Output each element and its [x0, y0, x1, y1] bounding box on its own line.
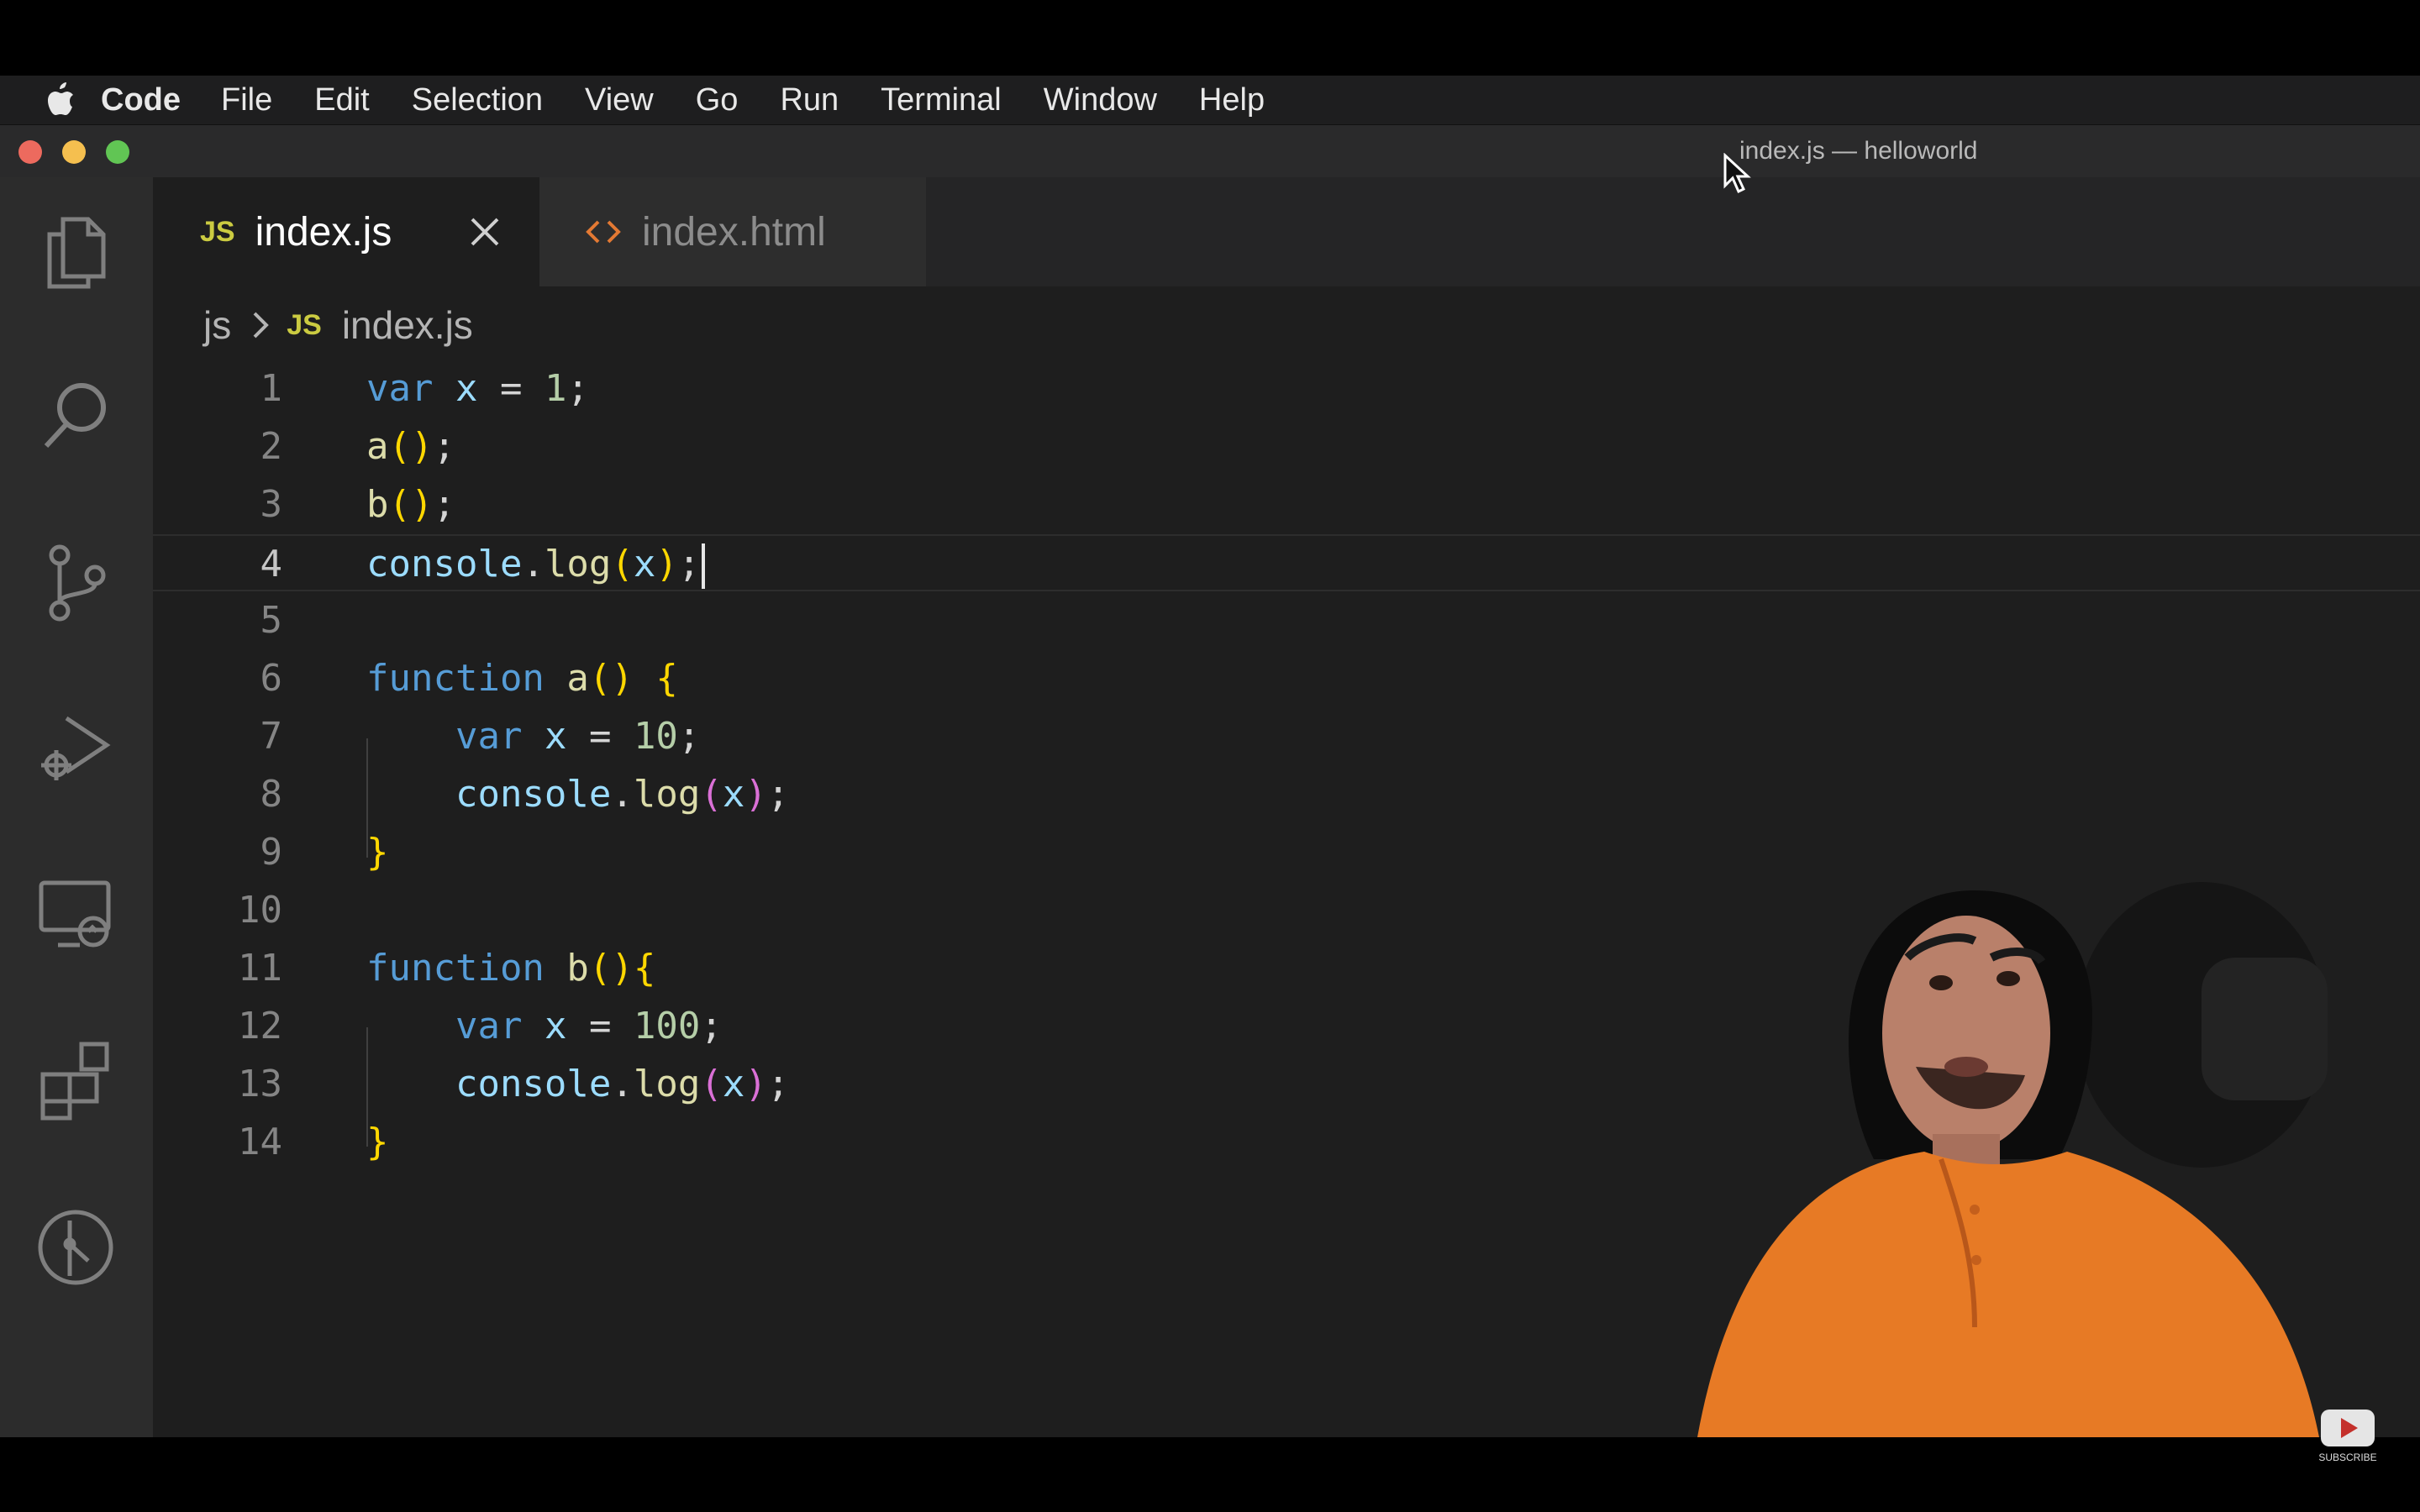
window-titlebar[interactable]: index.js — helloworld	[0, 125, 2420, 177]
menu-terminal[interactable]: Terminal	[881, 82, 1002, 118]
window-title: index.js — helloworld	[1739, 137, 1978, 165]
menu-view[interactable]: View	[585, 82, 654, 118]
line-content: var x = 100;	[455, 1005, 723, 1047]
line-number: 2	[260, 425, 283, 468]
html-file-icon	[585, 215, 622, 249]
code-line: 1 var x = 1;	[153, 360, 2420, 417]
subscribe-label: SUBSCRIBE	[2318, 1452, 2377, 1463]
line-number: 12	[238, 1005, 282, 1047]
tab-index-html[interactable]: index.html	[539, 177, 926, 286]
code-line-current: 4 console.log(x);	[153, 534, 2420, 591]
remote-explorer-icon[interactable]	[34, 873, 118, 957]
line-number: 13	[238, 1063, 282, 1105]
line-number: 4	[260, 543, 283, 585]
js-file-icon: JS	[287, 308, 322, 341]
line-number: 10	[238, 889, 282, 932]
explorer-icon[interactable]	[34, 211, 118, 295]
menu-edit[interactable]: Edit	[314, 82, 369, 118]
line-number: 5	[260, 599, 283, 642]
tab-label: index.js	[255, 209, 392, 255]
video-bottom-letterbox	[0, 1437, 2420, 1512]
line-number: 9	[260, 831, 283, 874]
breadcrumb-file[interactable]: index.js	[342, 302, 473, 348]
zoom-window-button[interactable]	[106, 140, 129, 164]
subscribe-button[interactable]: SUBSCRIBE	[2314, 1404, 2381, 1470]
line-content: var x = 10;	[455, 715, 701, 758]
line-number: 14	[238, 1121, 282, 1163]
menu-app-code[interactable]: Code	[101, 82, 181, 118]
code-line: 7 var x = 10;	[153, 708, 2420, 765]
menu-window[interactable]: Window	[1044, 82, 1157, 118]
minimize-window-button[interactable]	[62, 140, 86, 164]
menu-bar: Code File Edit Selection View Go Run Ter…	[0, 76, 2420, 125]
line-number: 3	[260, 483, 283, 526]
close-icon[interactable]	[466, 213, 504, 251]
run-debug-icon[interactable]	[34, 706, 118, 790]
menu-run[interactable]: Run	[780, 82, 839, 118]
text-cursor	[702, 543, 706, 589]
chevron-right-icon	[250, 310, 271, 340]
line-number: 6	[260, 657, 283, 700]
line-number: 1	[260, 367, 283, 410]
line-number: 11	[238, 947, 282, 990]
code-line: 6 function a() {	[153, 650, 2420, 707]
line-content: console.log(x);	[455, 1063, 790, 1105]
menu-file[interactable]: File	[221, 82, 272, 118]
line-content: }	[366, 831, 389, 874]
menu-help[interactable]: Help	[1199, 82, 1265, 118]
js-file-icon: JS	[200, 215, 235, 248]
tab-bar: JS index.js index.html	[153, 177, 2420, 286]
apple-icon[interactable]	[45, 82, 76, 117]
mouse-pointer-icon	[1723, 153, 1751, 194]
line-content: }	[366, 1121, 389, 1163]
menu-go[interactable]: Go	[696, 82, 739, 118]
line-number: 8	[260, 773, 283, 816]
line-content: function b(){	[366, 947, 656, 990]
search-icon[interactable]	[34, 374, 118, 458]
tab-index-js[interactable]: JS index.js	[153, 177, 539, 286]
menu-selection[interactable]: Selection	[412, 82, 543, 118]
activity-bar	[0, 177, 153, 1437]
line-content: console.log(x);	[455, 773, 790, 816]
presenter-webcam-overlay	[1697, 882, 2328, 1437]
breadcrumb: js JS index.js	[203, 300, 473, 350]
line-content: console.log(x);	[366, 536, 706, 593]
close-window-button[interactable]	[18, 140, 42, 164]
code-line: 5	[153, 592, 2420, 649]
line-content: var x = 1;	[366, 367, 589, 410]
code-line: 3 b();	[153, 476, 2420, 533]
breadcrumb-folder[interactable]: js	[203, 302, 231, 348]
tab-label: index.html	[642, 209, 826, 255]
line-content: b();	[366, 483, 455, 526]
source-control-icon[interactable]	[34, 540, 118, 624]
line-number: 7	[260, 715, 283, 758]
line-content: function a() {	[366, 657, 678, 700]
line-content: a();	[366, 425, 455, 468]
code-line: 2 a();	[153, 418, 2420, 475]
git-graph-icon[interactable]	[34, 1205, 118, 1289]
extensions-icon[interactable]	[34, 1039, 118, 1123]
